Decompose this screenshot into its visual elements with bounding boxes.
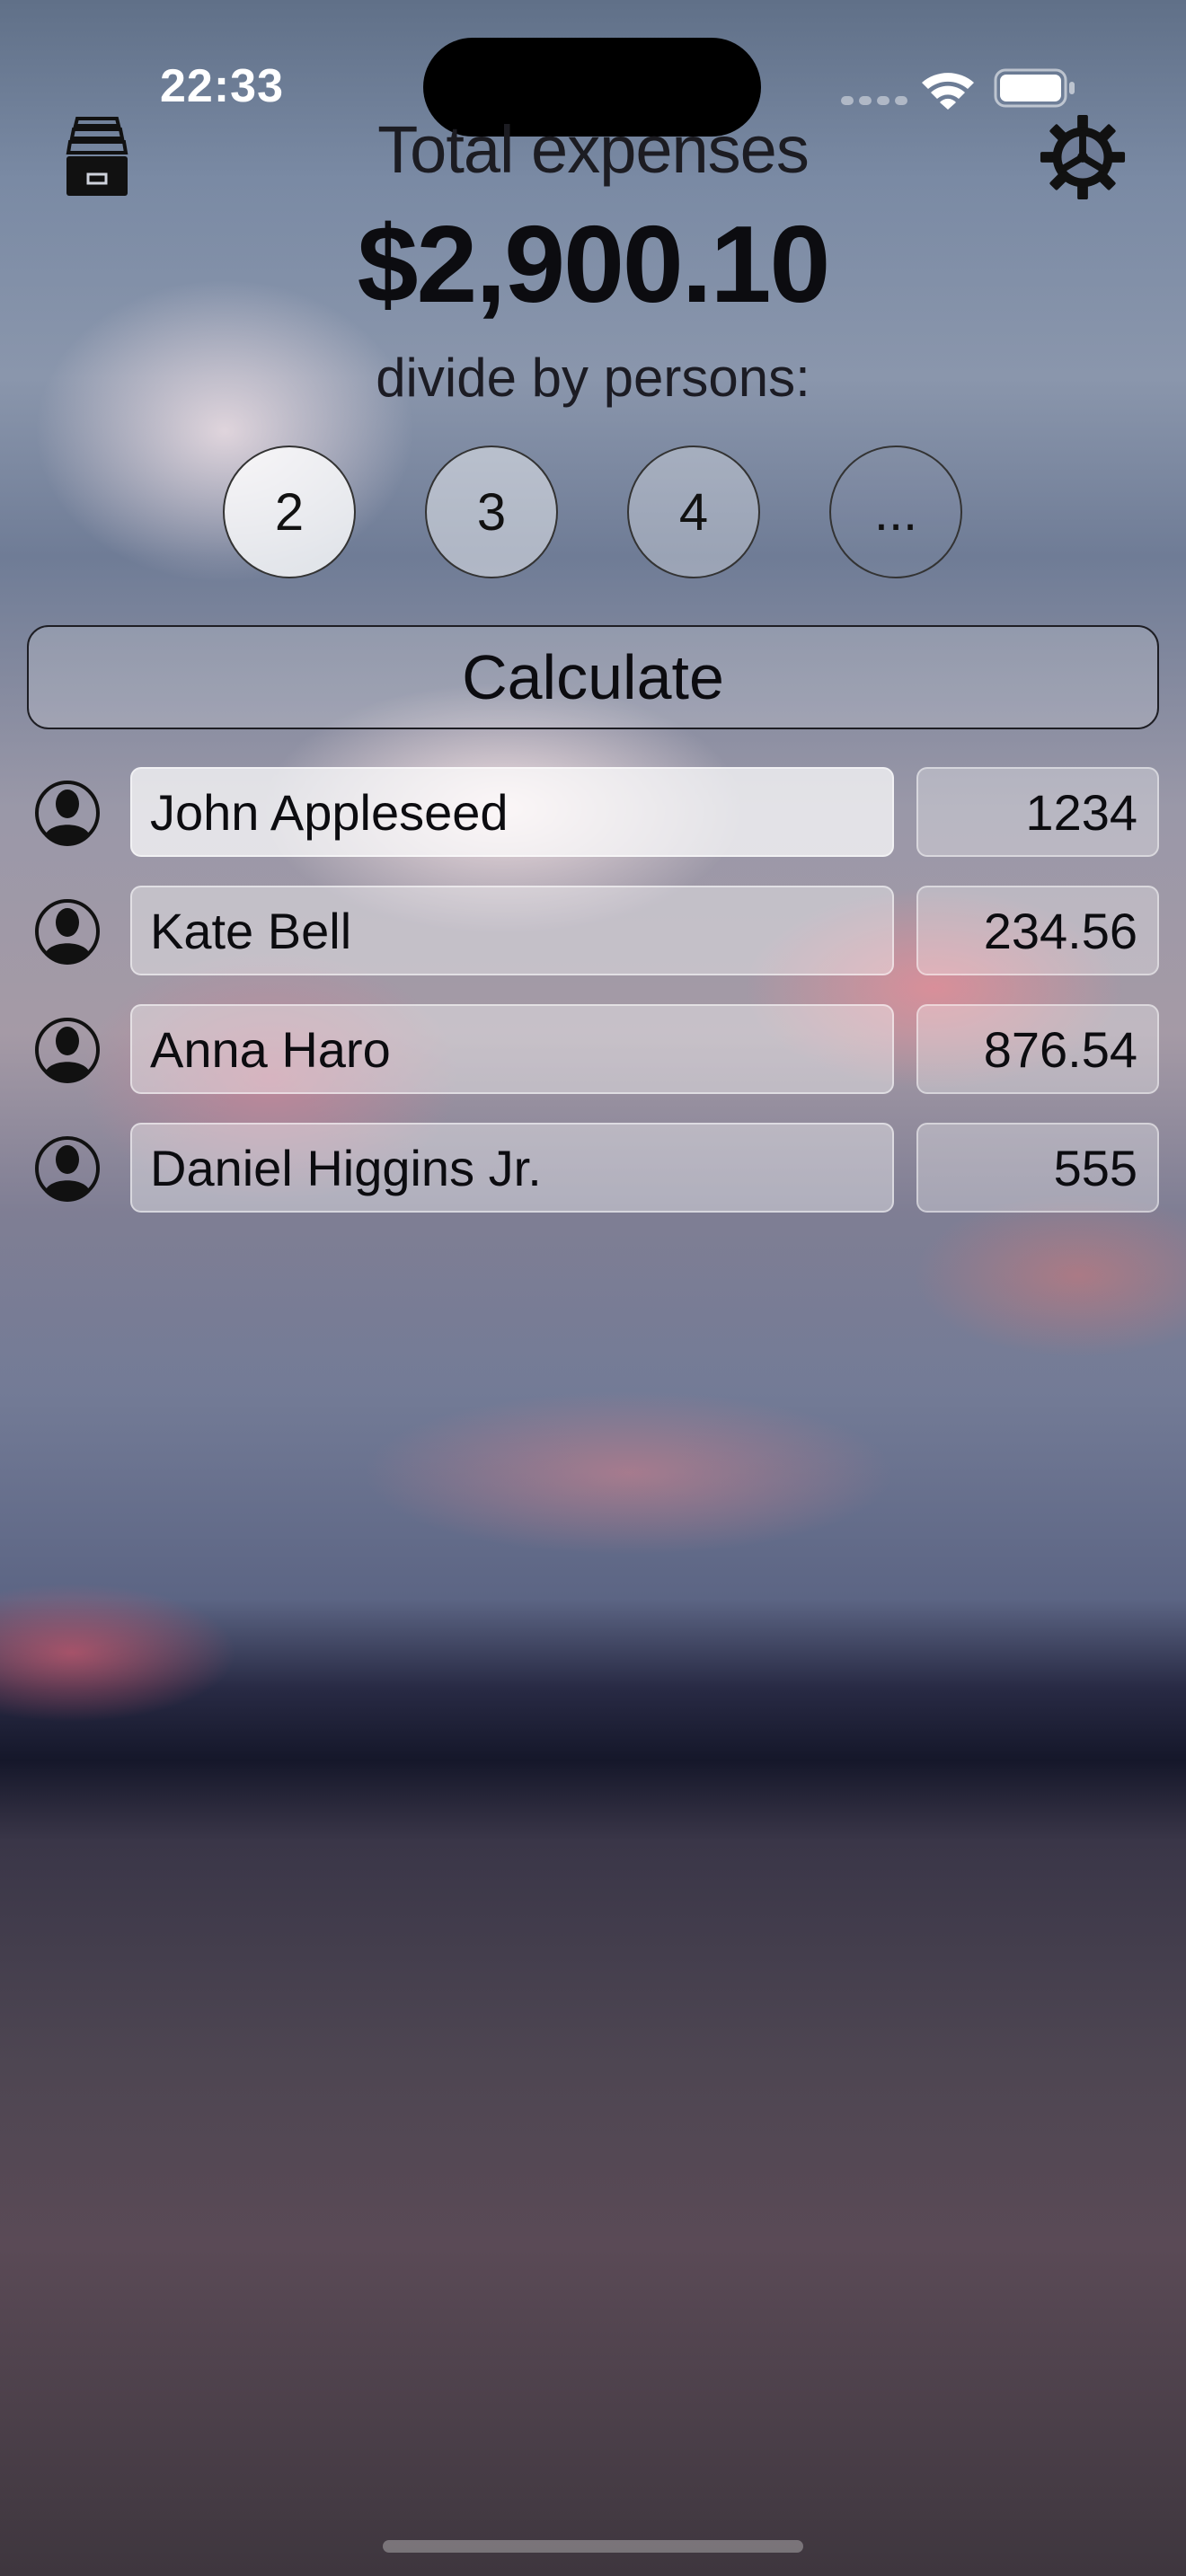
persons-3-button[interactable]: 3 <box>425 446 558 578</box>
amount-field[interactable]: 234.56 <box>916 886 1159 975</box>
contact-avatar-icon[interactable] <box>34 1135 101 1202</box>
page-title: Total expenses <box>377 112 810 187</box>
persons-4-button[interactable]: 4 <box>627 446 760 578</box>
home-indicator[interactable] <box>383 2540 803 2553</box>
status-time: 22:33 <box>160 60 284 112</box>
amount-field[interactable]: 555 <box>916 1123 1159 1213</box>
contact-avatar-icon[interactable] <box>34 1017 101 1083</box>
amount-field[interactable]: 1234 <box>916 767 1159 857</box>
wifi-icon <box>922 73 974 110</box>
person-name-field[interactable]: Kate Bell <box>130 886 894 975</box>
calculate-button[interactable]: Calculate <box>27 625 1159 729</box>
person-name-field[interactable]: Anna Haro <box>130 1004 894 1094</box>
expense-row: Daniel Higgins Jr. 555 <box>0 1123 1186 1213</box>
cellular-signal-icon <box>841 93 913 110</box>
expense-row: John Appleseed 1234 <box>0 767 1186 857</box>
gear-icon[interactable] <box>1039 113 1127 201</box>
person-name-field[interactable]: John Appleseed <box>130 767 894 857</box>
amount-field[interactable]: 876.54 <box>916 1004 1159 1094</box>
battery-icon <box>994 68 1075 108</box>
person-name-field[interactable]: Daniel Higgins Jr. <box>130 1123 894 1213</box>
contact-avatar-icon[interactable] <box>34 898 101 965</box>
expense-row: Anna Haro 876.54 <box>0 1004 1186 1094</box>
contact-avatar-icon[interactable] <box>34 780 101 846</box>
total-amount: $2,900.10 <box>357 203 831 325</box>
persons-2-button[interactable]: 2 <box>223 446 356 578</box>
divide-label: divide by persons: <box>376 348 810 408</box>
persons-more-button[interactable]: ... <box>829 446 962 578</box>
expense-row: Kate Bell 234.56 <box>0 886 1186 975</box>
